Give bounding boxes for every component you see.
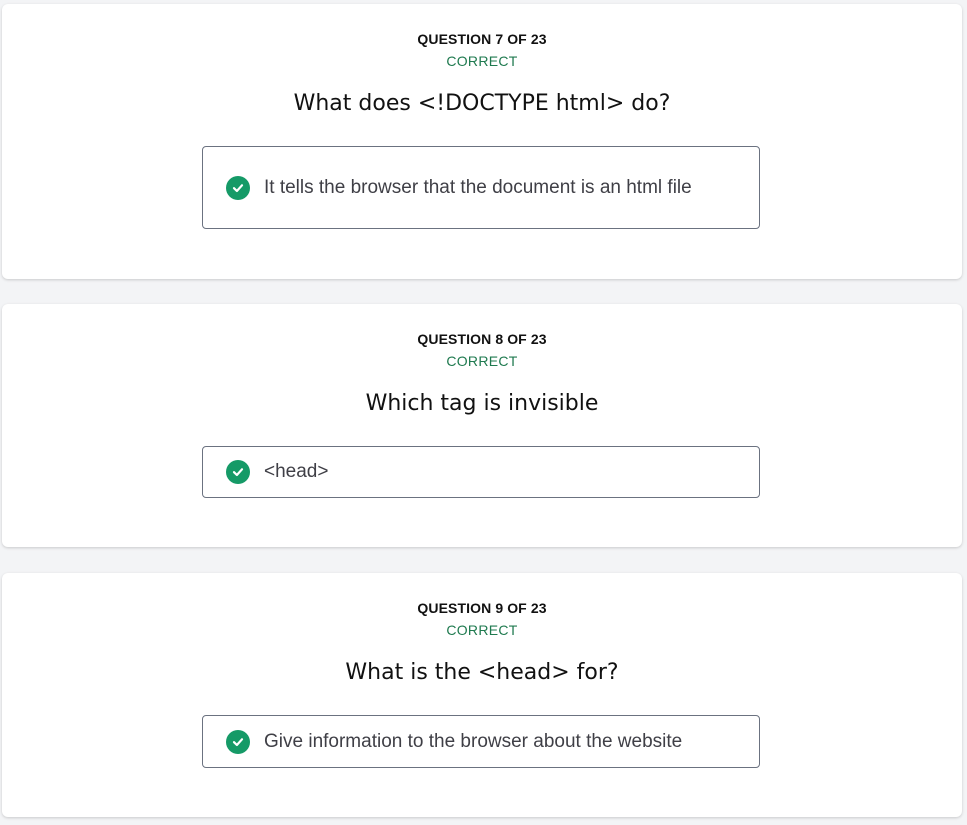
selected-answer: <head>: [202, 446, 760, 498]
question-text: What is the <head> for?: [345, 660, 619, 685]
answer-text: <head>: [264, 461, 329, 482]
check-circle-icon: [226, 729, 250, 754]
selected-answer: Give information to the browser about th…: [202, 715, 760, 768]
question-number: QUESTION 7 OF 23: [417, 31, 547, 47]
selected-answer: It tells the browser that the document i…: [202, 146, 760, 229]
question-number: QUESTION 9 OF 23: [417, 600, 547, 616]
answer-text: Give information to the browser about th…: [264, 730, 683, 752]
question-card: QUESTION 8 OF 23 CORRECT Which tag is in…: [2, 304, 962, 547]
question-card: QUESTION 7 OF 23 CORRECT What does <!DOC…: [2, 4, 962, 279]
question-text: Which tag is invisible: [365, 391, 599, 416]
question-number: QUESTION 8 OF 23: [417, 331, 547, 347]
result-status: CORRECT: [446, 353, 518, 369]
result-status: CORRECT: [446, 53, 518, 69]
question-card: QUESTION 9 OF 23 CORRECT What is the <he…: [2, 573, 962, 817]
check-circle-icon: [226, 460, 250, 484]
answer-text: It tells the browser that the document i…: [264, 176, 692, 198]
check-circle-icon: [226, 175, 250, 200]
question-text: What does <!DOCTYPE html> do?: [293, 91, 671, 116]
result-status: CORRECT: [446, 622, 518, 638]
